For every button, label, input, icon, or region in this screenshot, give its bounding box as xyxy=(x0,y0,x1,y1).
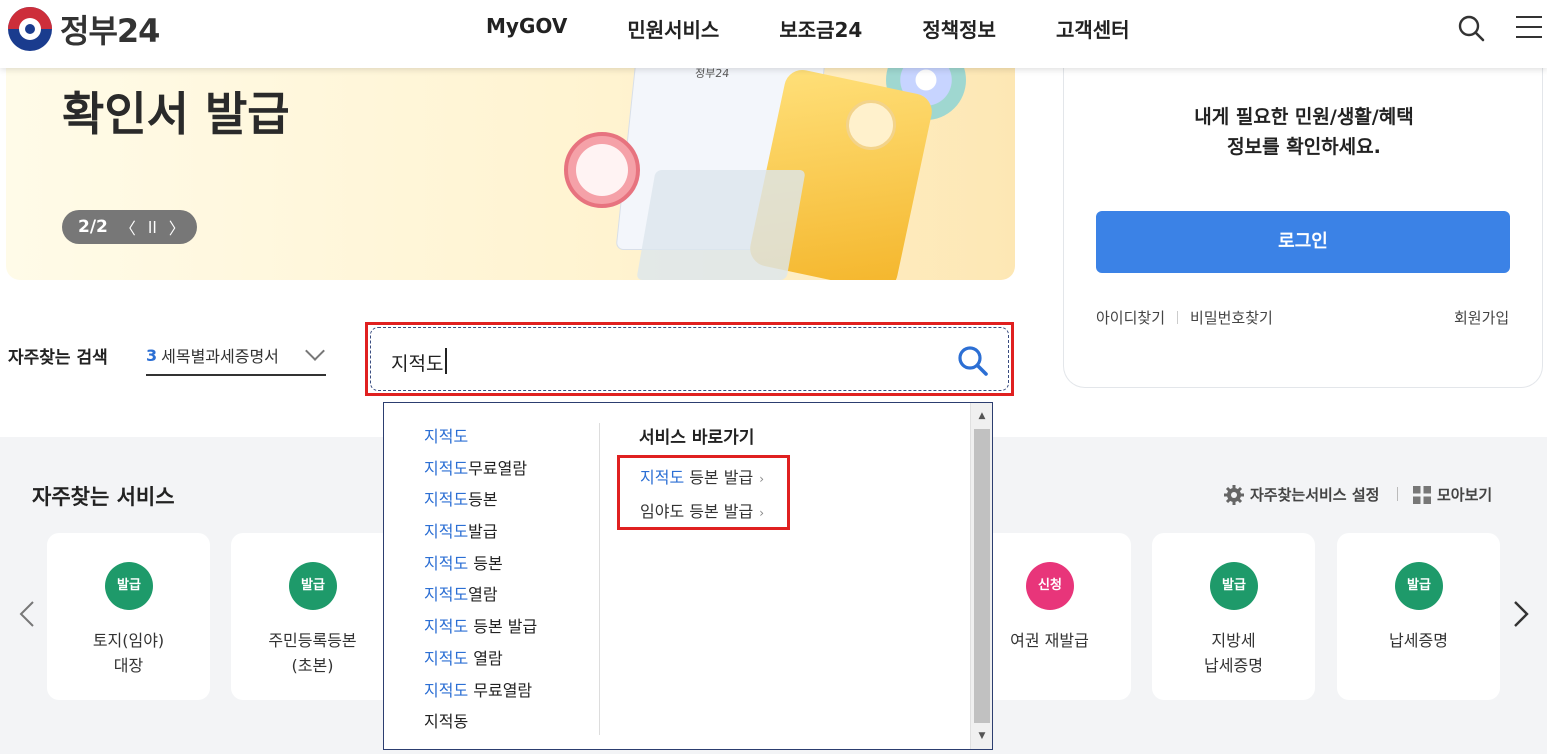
service-badge: 신청 xyxy=(1026,562,1074,610)
services-setting-button[interactable]: 자주찾는서비스 설정 xyxy=(1224,484,1379,505)
view-all-button[interactable]: 모아보기 xyxy=(1413,484,1492,505)
service-badge: 발급 xyxy=(105,562,153,610)
suggestion-item[interactable]: 지적동 xyxy=(424,706,537,738)
gear-icon xyxy=(1224,484,1244,505)
suggestion-item[interactable]: 지적도열람 xyxy=(424,579,537,611)
login-button[interactable]: 로그인 xyxy=(1096,211,1510,273)
column-divider xyxy=(599,423,600,735)
autocomplete-dropdown: 지적도 지적도무료열람 지적도등본 지적도발급 지적도 등본 지적도열람 지적도… xyxy=(383,402,993,750)
hamburger-menu-icon[interactable] xyxy=(1516,16,1542,40)
chevron-right-icon: › xyxy=(759,506,765,520)
frequent-search-label: 자주찾는 검색 xyxy=(8,348,108,368)
service-label: 지방세 납세증명 xyxy=(1204,631,1263,675)
nav-mygov[interactable]: MyGOV xyxy=(486,14,567,43)
search-field-container xyxy=(370,327,1009,391)
service-card[interactable]: 발급 토지(임야) 대장 xyxy=(47,533,210,700)
frequent-keyword: 세목별과세증명서 xyxy=(161,347,279,366)
suggestion-item[interactable]: 지적도발급 xyxy=(424,516,537,548)
service-card[interactable]: 발급 주민등록등본 (초본) xyxy=(231,533,394,700)
suggestion-list: 지적도 지적도무료열람 지적도등본 지적도발급 지적도 등본 지적도열람 지적도… xyxy=(424,421,537,738)
service-label: 토지(임야) 대장 xyxy=(92,631,165,675)
service-badge: 발급 xyxy=(289,562,337,610)
quick-links-highlight-box: 지적도 등본 발급 › 임야도 등본 발급 › xyxy=(617,455,790,530)
quick-link-cadastral-map[interactable]: 지적도 등본 발급 › xyxy=(640,464,764,488)
suggestion-item[interactable]: 지적도 등본 xyxy=(424,548,537,580)
header-search-icon[interactable] xyxy=(1457,14,1485,42)
nav-policy-info[interactable]: 정책정보 xyxy=(922,14,996,43)
suggestion-item[interactable]: 지적도 열람 xyxy=(424,643,537,675)
grid-icon xyxy=(1413,485,1431,504)
dropdown-scrollbar[interactable]: ▲ ▼ xyxy=(970,403,992,749)
scroll-down-icon[interactable]: ▼ xyxy=(971,725,993,747)
taegeuk-logo-icon xyxy=(8,7,52,51)
suggestion-item[interactable]: 지적도무료열람 xyxy=(424,453,537,485)
find-password-link[interactable]: 비밀번호찾기 xyxy=(1190,307,1273,328)
search-highlight-box xyxy=(365,322,1014,396)
suggestion-item[interactable]: 지적도등본 xyxy=(424,484,537,516)
banner-prev-icon[interactable]: 〈 xyxy=(120,215,136,239)
scroll-up-icon[interactable]: ▲ xyxy=(971,405,993,427)
carousel-next-icon[interactable] xyxy=(1512,600,1530,628)
service-card[interactable]: 발급 지방세 납세증명 xyxy=(1152,533,1315,700)
text-caret xyxy=(445,348,447,374)
service-label: 주민등록등본 (초본) xyxy=(268,631,357,675)
scrollbar-thumb[interactable] xyxy=(974,429,990,723)
nav-customer-center[interactable]: 고객센터 xyxy=(1056,14,1130,43)
glass-panel-illustration xyxy=(636,170,806,280)
find-id-link[interactable]: 아이디찾기 xyxy=(1096,307,1165,328)
service-card[interactable]: 발급 납세증명 xyxy=(1337,533,1500,700)
login-links: 아이디찾기 비밀번호찾기 xyxy=(1096,307,1273,328)
chevron-down-icon xyxy=(305,341,325,361)
signup-link[interactable]: 회원가입 xyxy=(1454,307,1509,328)
chevron-right-icon: › xyxy=(759,472,765,486)
main-nav: MyGOV 민원서비스 보조금24 정책정보 고객센터 xyxy=(486,14,1130,43)
frequent-search-select[interactable]: 3 세목별과세증명서 xyxy=(146,336,326,376)
nav-civil-service[interactable]: 민원서비스 xyxy=(627,14,719,43)
toolbar-divider xyxy=(1397,487,1398,501)
login-panel: 내게 필요한 민원/생활/혜택 정보를 확인하세요. 로그인 아이디찾기 비밀번… xyxy=(1063,60,1543,388)
services-title: 자주찾는 서비스 xyxy=(32,485,175,509)
search-input[interactable] xyxy=(391,346,931,378)
main-banner[interactable]: 정부24 확인서 발급 2/2 〈 ll 〉 xyxy=(6,60,1015,280)
top-header: 정부24 MyGOV 민원서비스 보조금24 정책정보 고객센터 xyxy=(0,0,1547,68)
service-label: 납세증명 xyxy=(1389,631,1448,650)
logo-text: 정부24 xyxy=(60,12,160,50)
banner-title: 확인서 발급 xyxy=(62,87,290,141)
site-logo[interactable]: 정부24 xyxy=(8,6,160,52)
carousel-prev-icon[interactable] xyxy=(18,600,36,628)
quick-link-forest-map[interactable]: 임야도 등본 발급 › xyxy=(640,498,764,522)
suggestion-item[interactable]: 지적도 등본 발급 xyxy=(424,611,537,643)
banner-pause-icon[interactable]: ll xyxy=(148,218,157,237)
suggestion-item[interactable]: 지적도 xyxy=(424,421,537,453)
suggestion-item[interactable]: 지적도 무료열람 xyxy=(424,675,537,707)
nav-subsidy24[interactable]: 보조금24 xyxy=(779,14,862,43)
login-message: 내게 필요한 민원/생활/혜택 정보를 확인하세요. xyxy=(1194,106,1414,158)
banner-next-icon[interactable]: 〉 xyxy=(169,215,185,239)
banner-controls: 2/2 〈 ll 〉 xyxy=(62,210,197,244)
quick-links-title: 서비스 바로가기 xyxy=(639,428,755,448)
frequent-rank: 3 xyxy=(146,345,158,365)
alarm-clock-illustration xyxy=(564,132,640,208)
service-badge: 발급 xyxy=(1210,562,1258,610)
banner-pager: 2/2 xyxy=(78,217,108,237)
avatar-illustration xyxy=(846,100,896,150)
service-badge: 발급 xyxy=(1395,562,1443,610)
link-divider xyxy=(1177,311,1179,324)
search-icon[interactable] xyxy=(956,344,990,378)
